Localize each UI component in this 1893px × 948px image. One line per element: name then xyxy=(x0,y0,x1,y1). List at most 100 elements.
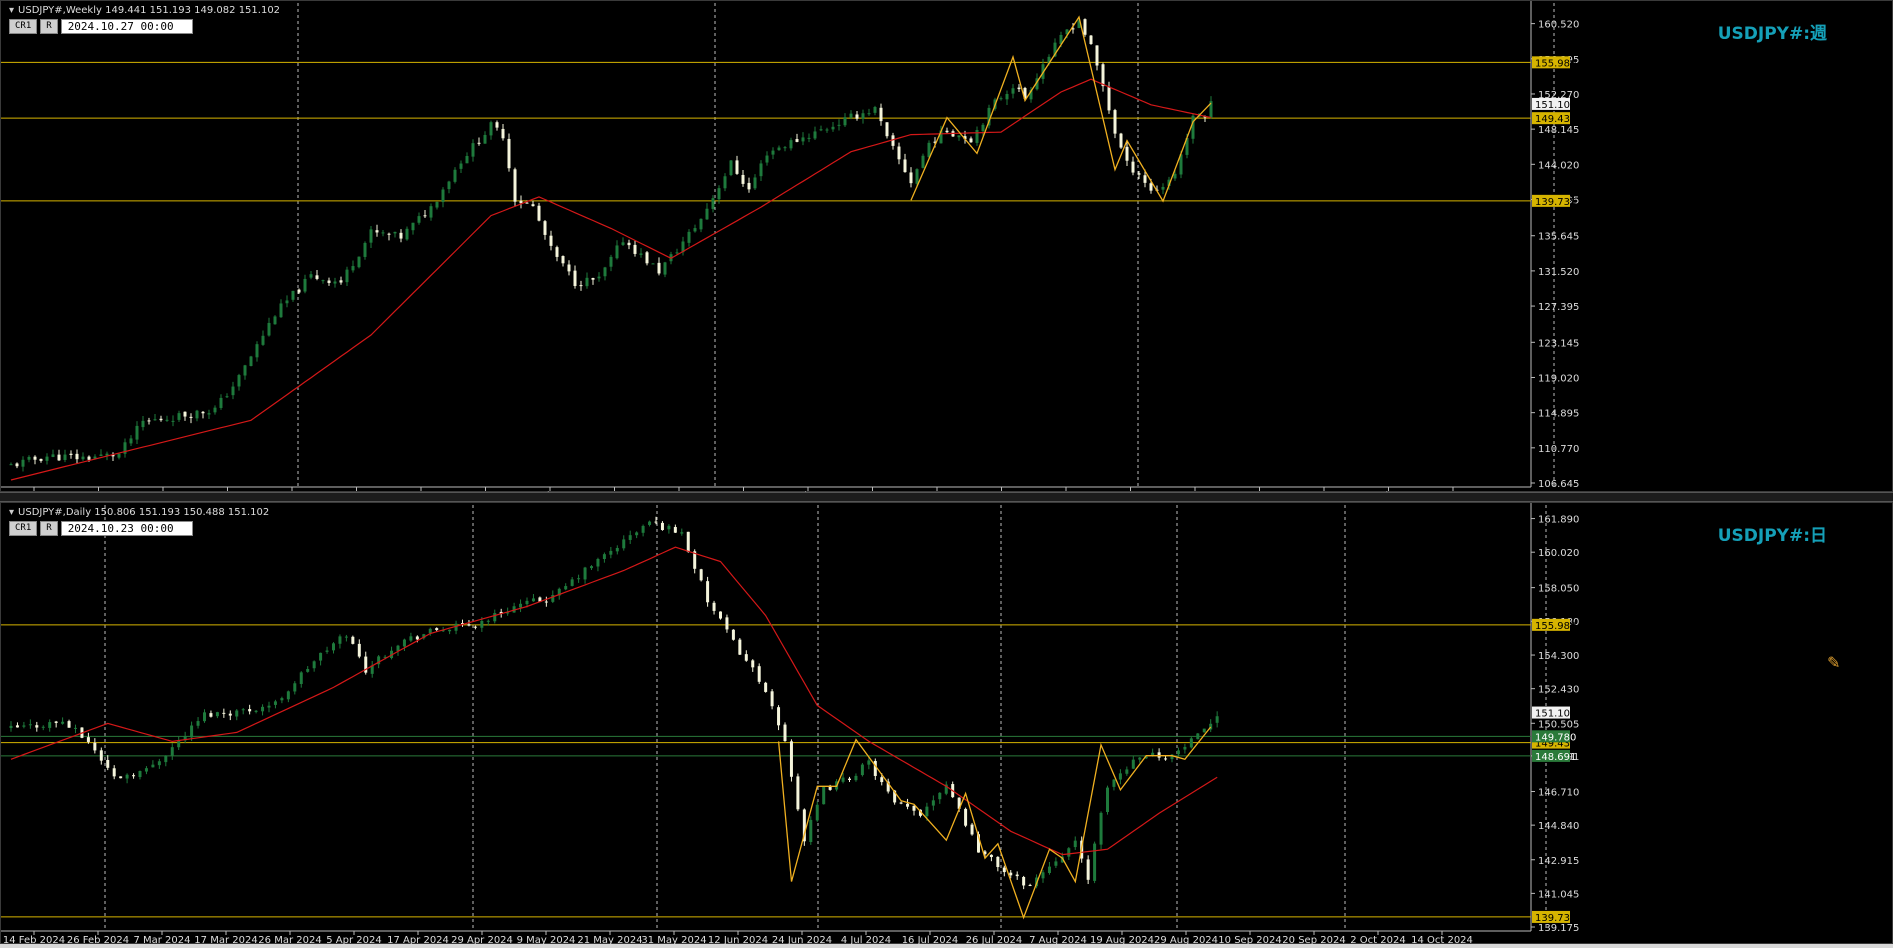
candle-body xyxy=(591,277,595,280)
candle-body xyxy=(719,611,722,619)
candle-body xyxy=(27,456,31,460)
candle-body xyxy=(286,691,290,700)
candle-body xyxy=(415,636,419,640)
candle-body xyxy=(841,777,845,782)
candle-body xyxy=(459,163,463,169)
y-tick-label: 160.520 xyxy=(1538,20,1579,31)
candle-body xyxy=(501,128,505,139)
candle-body xyxy=(975,129,979,143)
candle-body xyxy=(854,775,858,781)
candle-body xyxy=(405,228,409,240)
candle-body xyxy=(28,724,32,726)
candle-body xyxy=(699,569,703,581)
candle-body xyxy=(351,266,355,271)
candle-body xyxy=(654,521,658,523)
candle-body xyxy=(860,764,864,776)
candle-body xyxy=(332,643,335,651)
candle-body xyxy=(375,230,379,233)
candle-body xyxy=(602,554,606,560)
y-tick-label: 141.045 xyxy=(1538,889,1579,900)
r-button[interactable]: R xyxy=(40,19,58,34)
candle-body xyxy=(241,709,245,711)
candle-body xyxy=(1083,19,1087,35)
candle-body xyxy=(885,122,889,137)
weekly-corner-label: USDJPY#:週 xyxy=(1717,24,1827,44)
candle-body xyxy=(651,263,655,265)
candle-body xyxy=(801,137,805,142)
candle-body xyxy=(402,639,406,647)
candle-body xyxy=(825,129,829,131)
candle-body xyxy=(1041,872,1045,879)
r-button[interactable]: R xyxy=(40,521,58,536)
candle-body xyxy=(147,420,151,422)
candle-body xyxy=(1202,728,1206,733)
weekly-chart-canvas[interactable]: 160.520156.395152.270148.145144.020139.8… xyxy=(1,1,1893,493)
candle-body xyxy=(321,280,325,282)
candle-body xyxy=(622,539,626,549)
candle-body xyxy=(319,652,323,661)
candle-body xyxy=(747,182,751,190)
candle-body xyxy=(1089,35,1093,45)
y-tick-label: 142.915 xyxy=(1538,856,1579,867)
weekly-chart-panel[interactable]: 160.520156.395152.270148.145144.020139.8… xyxy=(0,0,1893,493)
candle-body xyxy=(706,581,710,603)
candle-body xyxy=(909,172,913,184)
candle-body xyxy=(564,586,568,590)
candle-body xyxy=(1161,186,1165,190)
daily-chart-canvas[interactable]: 161.890160.020158.050156.180154.300152.4… xyxy=(1,503,1893,945)
panel-divider[interactable] xyxy=(0,492,1893,502)
candle-body xyxy=(543,221,547,235)
candle-body xyxy=(61,721,65,724)
candle-body xyxy=(915,169,919,184)
candle-body xyxy=(99,454,103,456)
candle-body xyxy=(555,247,559,257)
tab-bar[interactable] xyxy=(0,944,1893,948)
candle-body xyxy=(1073,840,1077,848)
candle-body xyxy=(387,233,391,235)
candle-body xyxy=(585,277,589,287)
collapse-triangle-icon[interactable]: ▾ xyxy=(9,507,14,518)
candle-body xyxy=(363,242,367,257)
candle-body xyxy=(757,666,761,682)
y-tick-label: 146.710 xyxy=(1538,788,1579,799)
cr1-button[interactable]: CR1 xyxy=(9,521,38,536)
candle-body xyxy=(1005,94,1009,100)
candle-body xyxy=(299,672,303,684)
candle-body xyxy=(783,147,787,149)
candle-body xyxy=(735,160,739,174)
candle-body xyxy=(783,724,787,742)
candle-body xyxy=(615,245,619,259)
candle-body xyxy=(725,617,729,630)
candle-body xyxy=(1106,787,1109,812)
candle-body xyxy=(969,138,973,143)
daily-chart-panel[interactable]: 161.890160.020158.050156.180154.300152.4… xyxy=(0,502,1893,945)
candle-body xyxy=(731,629,735,640)
candle-body xyxy=(1189,738,1193,748)
candle-body xyxy=(819,129,823,131)
candle-body xyxy=(447,181,451,190)
candle-body xyxy=(33,456,37,460)
candle-body xyxy=(729,160,733,176)
y-tick-label: 123.145 xyxy=(1538,338,1579,349)
candle-body xyxy=(196,721,200,726)
candle-body xyxy=(938,792,942,800)
y-tick-label: 152.430 xyxy=(1538,685,1579,696)
collapse-triangle-icon[interactable]: ▾ xyxy=(9,5,14,16)
candle-body xyxy=(628,535,632,540)
scroll-anchor-icon[interactable]: ✎ xyxy=(1827,653,1840,672)
weekly-date-input[interactable]: 2024.10.27 00:00 xyxy=(60,19,193,34)
candle-body xyxy=(273,316,277,325)
candle-body xyxy=(525,202,529,204)
candle-body xyxy=(165,419,169,421)
y-tick-label: 150.505 xyxy=(1538,719,1579,730)
cr1-button[interactable]: CR1 xyxy=(9,19,38,34)
candle-body xyxy=(633,244,637,254)
daily-date-input[interactable]: 2024.10.23 00:00 xyxy=(60,521,193,536)
candle-body xyxy=(489,122,493,136)
candle-body xyxy=(209,713,213,717)
weekly-controls: CR1 R 2024.10.27 00:00 xyxy=(9,19,193,34)
candle-body xyxy=(207,413,211,415)
candle-body xyxy=(448,629,452,632)
candle-body xyxy=(261,706,265,712)
candle-body xyxy=(129,438,133,444)
